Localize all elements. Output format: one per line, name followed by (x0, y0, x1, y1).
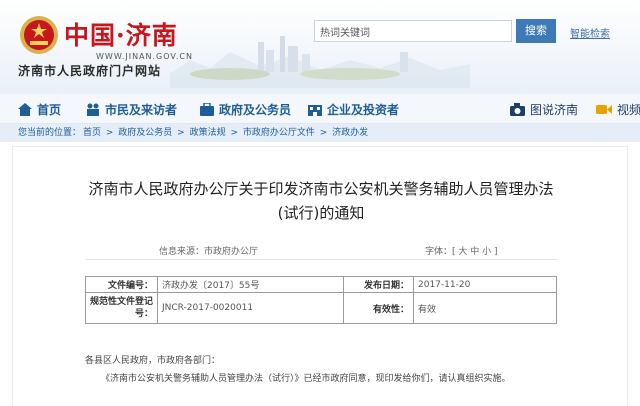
building-icon (308, 104, 322, 116)
smart-search-link[interactable]: 智能检索 (570, 25, 610, 40)
table-row: 文件编号： 济政办发〔2017〕55号 发布日期： 2017-11-20 (85, 276, 557, 293)
registration-number-label: 规范性文件登记号： (85, 292, 158, 324)
page: 中国·济南 WWW.JINAN.GOV.CN 济南市人民政府门户网站 搜索 智能… (0, 0, 640, 406)
breadcrumb-sep: > (103, 128, 117, 138)
breadcrumb-prefix: 您当前的位置： (18, 128, 82, 138)
article-paragraph: 各县区人民政府，市政府各部门： (85, 356, 221, 366)
article-panel: 济南市人民政府办公厅关于印发济南市公安机关警务辅助人员管理办法 (试行)的通知 … (12, 146, 628, 406)
nav-item-biz[interactable]: 企业及投资者 (308, 100, 399, 118)
article-paragraph: 《济南市公安机关警务辅助人员管理办法（试行）》已经市政府同意，现印发给你们，请认… (101, 374, 511, 384)
nav-item-video[interactable]: 视频 (596, 100, 640, 118)
search-button[interactable]: 搜索 (516, 19, 556, 43)
breadcrumb-item-office-docs[interactable]: 市政府办公厅文件 (243, 128, 315, 138)
doc-number-label: 文件编号： (85, 276, 158, 293)
article-title: 济南市人民政府办公厅关于印发济南市公安机关警务辅助人员管理办法 (试行)的通知 (13, 177, 629, 225)
nav-label: 视频 (617, 102, 640, 117)
main-nav: 首页 市民及来访者 政府及公务员 企业及投资者 图说济南 视频 (0, 94, 640, 124)
nav-item-photo[interactable]: 图说济南 (510, 100, 578, 118)
article-title-line2: (试行)的通知 (277, 204, 365, 222)
publish-date-label: 发布日期： (343, 276, 414, 293)
nav-label: 企业及投资者 (327, 102, 400, 117)
people-icon (87, 103, 99, 116)
registration-number-value: JNCR-2017-0020011 (157, 292, 344, 324)
national-emblem-icon (20, 16, 58, 54)
nav-item-home[interactable]: 首页 (18, 100, 61, 118)
table-row: 规范性文件登记号： JNCR-2017-0020011 有效性： 有效 (85, 292, 557, 324)
article-title-line1: 济南市人民政府办公厅关于印发济南市公安机关警务辅助人员管理办法 (88, 180, 554, 198)
nav-item-gov[interactable]: 政府及公务员 (200, 100, 291, 118)
nav-label: 市民及来访者 (105, 102, 178, 117)
info-source: 信息来源：市政府办公厅 (159, 247, 259, 257)
breadcrumb-sep: > (174, 128, 188, 138)
breadcrumb: 您当前的位置： 首页 > 政府及公务员 > 政策法规 > 市政府办公厅文件 > 济… (0, 124, 640, 142)
site-header: 中国·济南 WWW.JINAN.GOV.CN 济南市人民政府门户网站 搜索 智能… (0, 0, 640, 94)
divider (85, 259, 557, 260)
portal-name: 济南市人民政府门户网站 (18, 64, 162, 78)
document-info-table: 文件编号： 济政办发〔2017〕55号 发布日期： 2017-11-20 规范性… (85, 276, 557, 324)
brand-title: 中国·济南 (64, 21, 178, 50)
publish-date-value: 2017-11-20 (413, 276, 557, 293)
breadcrumb-item-gov[interactable]: 政府及公务员 (118, 128, 172, 138)
nav-label: 图说济南 (530, 102, 579, 117)
breadcrumb-sep: > (227, 128, 241, 138)
search-input[interactable] (315, 21, 511, 42)
breadcrumb-item-home[interactable]: 首页 (83, 128, 101, 138)
breadcrumb-sep: > (316, 128, 331, 138)
briefcase-icon (200, 102, 214, 116)
validity-label: 有效性： (343, 292, 414, 324)
breadcrumb-item-jizhengban[interactable]: 济政办发 (332, 128, 368, 138)
doc-number-value: 济政办发〔2017〕55号 (157, 276, 344, 293)
camera-icon (510, 102, 525, 116)
search-box (314, 20, 512, 42)
nav-label: 首页 (37, 102, 62, 117)
nav-label: 政府及公务员 (219, 102, 292, 117)
breadcrumb-item-policy[interactable]: 政策法规 (190, 128, 226, 138)
site-domain: WWW.JINAN.GOV.CN (96, 52, 193, 61)
nav-item-citizen[interactable]: 市民及来访者 (86, 100, 177, 118)
font-size-control[interactable]: 字体：[ 大 中 小 ] (425, 244, 497, 257)
home-icon (18, 102, 32, 116)
video-icon (596, 104, 612, 114)
validity-value: 有效 (413, 292, 557, 324)
